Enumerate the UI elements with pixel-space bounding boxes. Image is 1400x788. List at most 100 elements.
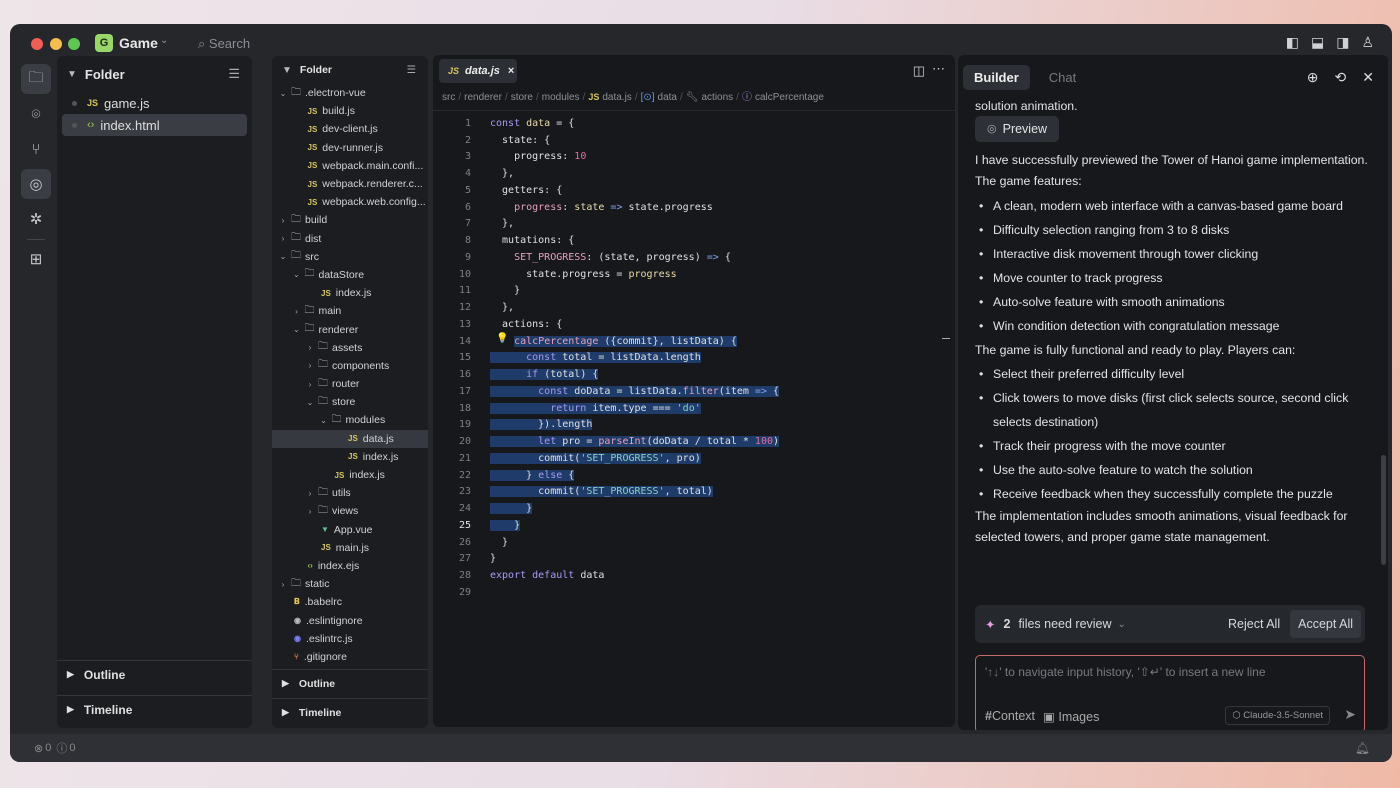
- tree-item-assets[interactable]: › 🗀︎ assets: [272, 339, 428, 357]
- code-line[interactable]: 4 },: [433, 165, 955, 182]
- code-line[interactable]: 27}: [433, 551, 955, 568]
- code-line[interactable]: 26 }: [433, 534, 955, 551]
- tree-item--eslintrc-js[interactable]: ◉ .eslintrc.js: [272, 630, 428, 648]
- chevron-right-icon[interactable]: ›: [278, 234, 288, 243]
- reject-all-button[interactable]: Reject All: [1228, 617, 1280, 631]
- chevron-right-icon[interactable]: ›: [305, 361, 315, 370]
- chevron-right-icon[interactable]: ›: [305, 343, 315, 352]
- explorer-icon[interactable]: 🗀: [21, 64, 51, 94]
- code-line[interactable]: 9 SET_PROGRESS: (state, progress) => {: [433, 249, 955, 266]
- tree-item-index-ejs[interactable]: ‹› index.ejs: [272, 557, 428, 575]
- search-scan-icon[interactable]: ⌾: [21, 99, 51, 129]
- tree-item-main[interactable]: › 🗀︎ main: [272, 302, 428, 320]
- tree-item-modules[interactable]: ⌄ 🗀︎ modules: [272, 411, 428, 429]
- new-chat-icon[interactable]: ⊕: [1307, 69, 1319, 86]
- breadcrumb-item[interactable]: data.js: [602, 92, 631, 103]
- code-line[interactable]: 29: [433, 584, 955, 601]
- file-index-html[interactable]: ‹› index.html: [62, 114, 247, 136]
- code-line[interactable]: 19 }).length: [433, 417, 955, 434]
- breadcrumb-item[interactable]: store: [511, 92, 533, 103]
- tree-item-router[interactable]: › 🗀︎ router: [272, 375, 428, 393]
- lightbulb-icon[interactable]: 💡: [496, 333, 508, 344]
- tab-data-js[interactable]: JS data.js ×: [439, 59, 517, 83]
- tree-item--gitignore[interactable]: ⑂ .gitignore: [272, 648, 428, 666]
- timeline-section[interactable]: ▶ Timeline: [272, 698, 428, 726]
- chevron-right-icon[interactable]: ›: [305, 380, 315, 389]
- chevron-down-icon[interactable]: ⌄: [278, 89, 288, 98]
- code-line[interactable]: 11 }: [433, 283, 955, 300]
- extensions-icon[interactable]: ⊞: [21, 244, 51, 274]
- code-line[interactable]: 20 let pro = parseInt(doData / total * 1…: [433, 433, 955, 450]
- chevron-right-icon[interactable]: ›: [292, 307, 302, 316]
- code-line[interactable]: 3 progress: 10: [433, 149, 955, 166]
- code-area[interactable]: 1 const data = {2 state: {3 progress: 10 4…: [433, 115, 955, 601]
- chat-input[interactable]: '↑↓' to navigate input history, '⇧↵' to …: [975, 655, 1365, 730]
- chevron-right-icon[interactable]: ›: [305, 489, 315, 498]
- chevron-down-icon[interactable]: ⌄: [319, 416, 329, 425]
- code-line[interactable]: 17 const doData = listData.filter(item =…: [433, 383, 955, 400]
- code-line[interactable]: 28 export default data: [433, 567, 955, 584]
- code-line[interactable]: 23 commit('SET_PROGRESS', total): [433, 484, 955, 501]
- tree-item-data-js[interactable]: JS data.js: [272, 429, 428, 448]
- breadcrumb-item[interactable]: modules: [542, 92, 580, 103]
- tree-item-store[interactable]: ⌄ 🗀︎ store: [272, 393, 428, 411]
- settings-sliders-icon[interactable]: ☰: [407, 64, 416, 76]
- code-line[interactable]: 25 }: [433, 517, 955, 534]
- tree-item--eslintignore[interactable]: ◉ .eslintignore: [272, 611, 428, 629]
- tree-item-webpack-renderer-c-[interactable]: JS webpack.renderer.c...: [272, 175, 428, 193]
- tab-chat[interactable]: Chat: [1038, 65, 1087, 90]
- outline-section[interactable]: ▶ Outline: [57, 660, 252, 688]
- code-line[interactable]: 15 const total = listData.length: [433, 350, 955, 367]
- code-line[interactable]: 10 state.progress = progress: [433, 266, 955, 283]
- breadcrumb-item[interactable]: data: [658, 92, 677, 103]
- chevron-down-icon[interactable]: ⌄: [1118, 619, 1126, 630]
- chevron-right-icon[interactable]: ›: [278, 580, 288, 589]
- code-line[interactable]: 2 state: {: [433, 132, 955, 149]
- model-selector[interactable]: ⬡ Claude-3.5-Sonnet: [1225, 706, 1330, 725]
- code-line[interactable]: 16 if (total) {: [433, 366, 955, 383]
- accept-all-button[interactable]: Accept All: [1290, 610, 1361, 638]
- code-line[interactable]: 18 return item.type === 'do': [433, 400, 955, 417]
- maximize-window-button[interactable]: [68, 38, 80, 50]
- file-game-js[interactable]: JS game.js: [62, 92, 247, 114]
- scrollbar[interactable]: [1381, 455, 1386, 565]
- more-actions-icon[interactable]: ⋯: [932, 61, 945, 77]
- chevron-down-icon[interactable]: ⌄: [278, 252, 288, 261]
- debug-icon[interactable]: ✲: [21, 204, 51, 234]
- account-icon[interactable]: ♙: [1361, 34, 1374, 51]
- tree-item-build-js[interactable]: JS build.js: [272, 102, 428, 120]
- history-icon[interactable]: ⟲: [1335, 69, 1347, 86]
- settings-sliders-icon[interactable]: ☰: [228, 66, 240, 82]
- notifications-bell-icon[interactable]: 🔔︎: [1355, 741, 1370, 755]
- toggle-left-sidebar-icon[interactable]: ◧: [1286, 34, 1299, 51]
- tree-item-webpack-web-config-[interactable]: JS webpack.web.config...: [272, 193, 428, 211]
- chevron-down-icon[interactable]: ⌄: [305, 398, 315, 407]
- review-label[interactable]: files need review: [1018, 617, 1111, 631]
- preview-button[interactable]: ◎ Preview: [975, 116, 1060, 142]
- error-count[interactable]: 0: [45, 742, 51, 754]
- context-button[interactable]: #Context: [985, 709, 1035, 724]
- search-box[interactable]: ⌕ Search: [198, 36, 250, 52]
- chevron-down-icon[interactable]: ▼: [67, 69, 77, 80]
- code-line[interactable]: 22 } else {: [433, 467, 955, 484]
- preview-icon[interactable]: ◎: [21, 169, 51, 199]
- tree-item-renderer[interactable]: ⌄ 🗀︎ renderer: [272, 320, 428, 338]
- close-icon[interactable]: ✕: [1362, 69, 1374, 86]
- breadcrumb-item[interactable]: src: [442, 92, 455, 103]
- code-line[interactable]: 21 commit('SET_PROGRESS', pro): [433, 450, 955, 467]
- send-icon[interactable]: ➤: [1344, 706, 1356, 723]
- tree-item-dev-client-js[interactable]: JS dev-client.js: [272, 120, 428, 138]
- chevron-down-icon[interactable]: ▼: [282, 65, 292, 76]
- tree-item-index-js[interactable]: JS index.js: [272, 284, 428, 302]
- tree-item-dist[interactable]: › 🗀︎ dist: [272, 230, 428, 248]
- tree-item-datastore[interactable]: ⌄ 🗀︎ dataStore: [272, 266, 428, 284]
- chevron-right-icon[interactable]: ›: [278, 216, 288, 225]
- split-editor-icon[interactable]: ◫: [913, 63, 925, 79]
- chevron-down-icon[interactable]: ⌄: [160, 35, 168, 46]
- code-line[interactable]: 24 }: [433, 500, 955, 517]
- warning-icon[interactable]: ⓘ: [56, 740, 67, 756]
- tree-item-main-js[interactable]: JS main.js: [272, 539, 428, 557]
- chevron-down-icon[interactable]: ⌄: [292, 325, 302, 334]
- breadcrumb-item[interactable]: actions: [701, 92, 733, 103]
- code-line[interactable]: 1 const data = {: [433, 115, 955, 132]
